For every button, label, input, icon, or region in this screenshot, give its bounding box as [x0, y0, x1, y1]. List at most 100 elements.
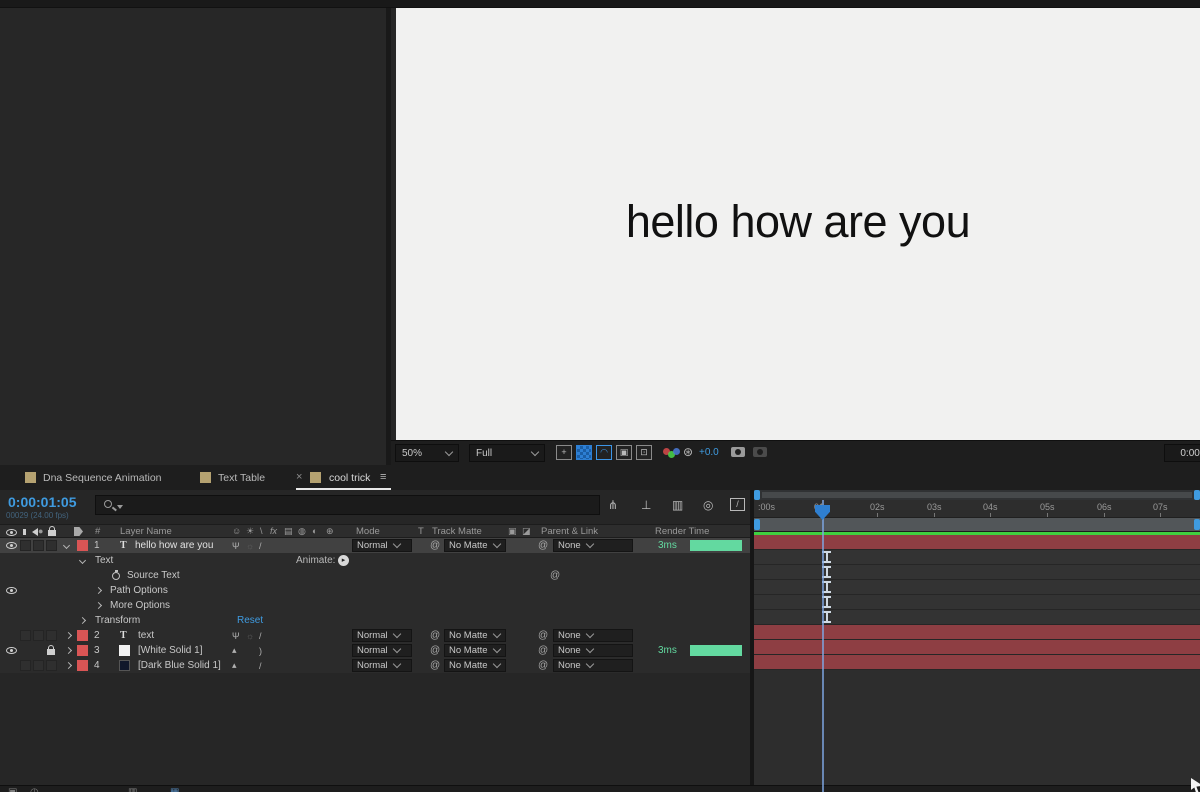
effects-column-icon[interactable]: fx: [270, 526, 277, 536]
grid-guides-icon[interactable]: +: [556, 445, 572, 460]
track-matte-column-header[interactable]: Track Matte: [432, 526, 482, 537]
group-label[interactable]: Transform: [95, 613, 140, 628]
layer-name[interactable]: [White Solid 1]: [138, 643, 202, 658]
close-icon[interactable]: ×: [296, 471, 302, 483]
layer-row-2[interactable]: 2 T text Ψ ☼ / Normal @ No Matte @ None: [0, 628, 750, 643]
quality-switch-icon[interactable]: /: [259, 538, 262, 553]
parent-pickwhip-icon[interactable]: @: [538, 643, 548, 658]
blend-mode-dropdown[interactable]: Normal: [352, 629, 412, 642]
video-eye-icon[interactable]: [6, 643, 17, 658]
collapse-switch-icon[interactable]: ☼: [246, 628, 254, 643]
motion-blur-column-icon[interactable]: ◍: [298, 526, 306, 537]
layer-row-3[interactable]: 3 [White Solid 1] ▴ ) Normal @ No Matte …: [0, 643, 750, 658]
magnification-dropdown[interactable]: 50%: [395, 444, 459, 462]
solo-column-icon[interactable]: ●: [38, 526, 43, 536]
resolution-dropdown[interactable]: Full: [469, 444, 545, 462]
quality-column-icon[interactable]: \: [260, 526, 263, 536]
label-color-swatch[interactable]: [77, 538, 88, 553]
anchor-switch-icon[interactable]: Ψ: [232, 538, 240, 553]
number-column-header[interactable]: #: [95, 526, 100, 537]
more-options-row[interactable]: More Options: [0, 598, 750, 613]
label-color-swatch[interactable]: [77, 658, 88, 673]
path-options-row[interactable]: Path Options: [0, 583, 750, 598]
expand-chevron-icon[interactable]: [96, 583, 101, 598]
label-color-swatch[interactable]: [77, 628, 88, 643]
frame-blend-column-icon[interactable]: ▤: [284, 526, 293, 537]
work-area-start-handle[interactable]: [754, 519, 760, 530]
motion-blur-icon[interactable]: ◎: [703, 498, 713, 512]
preserve-transparency-header[interactable]: T: [418, 526, 424, 537]
tab-text-table[interactable]: Text Table: [218, 472, 265, 484]
track-matte-dropdown[interactable]: No Matte: [444, 629, 506, 642]
take-snapshot-icon[interactable]: [731, 447, 745, 457]
layer-name-column-header[interactable]: Layer Name: [120, 526, 172, 537]
parent-pickwhip-icon[interactable]: @: [538, 658, 548, 673]
exposure-icon[interactable]: ⊛: [683, 445, 693, 459]
property-pickwhip-icon[interactable]: @: [550, 568, 560, 583]
threed-column-icon[interactable]: ⊕: [326, 526, 334, 537]
layer-1-duration-bar[interactable]: [754, 535, 1200, 550]
parent-pickwhip-icon[interactable]: @: [538, 538, 548, 553]
region-of-interest-icon[interactable]: ▣: [616, 445, 632, 460]
parent-dropdown[interactable]: None: [553, 644, 633, 657]
expand-chevron-icon[interactable]: [96, 598, 101, 613]
mode-column-header[interactable]: Mode: [356, 526, 380, 537]
audio-column-icon[interactable]: [23, 528, 38, 538]
matte-pickwhip-icon[interactable]: @: [430, 628, 440, 643]
matte-invert-icon[interactable]: ◪: [522, 526, 531, 537]
tab-cool-trick[interactable]: cool trick: [329, 472, 370, 484]
layer-name[interactable]: hello how are you: [135, 538, 213, 553]
expand-chevron-icon[interactable]: [80, 613, 85, 628]
blend-mode-dropdown[interactable]: Normal: [352, 539, 412, 552]
quality-switch-icon[interactable]: ): [259, 643, 262, 658]
layer-row-4[interactable]: 4 [Dark Blue Solid 1] ▴ / Normal @ No Ma…: [0, 658, 750, 673]
expand-chevron-icon[interactable]: [66, 643, 71, 658]
anchor-switch-icon[interactable]: Ψ: [232, 628, 240, 643]
matte-pickwhip-icon[interactable]: @: [430, 658, 440, 673]
parent-dropdown[interactable]: None: [553, 659, 633, 672]
time-navigator[interactable]: [754, 490, 1200, 500]
collapse-column-icon[interactable]: ☀: [246, 526, 254, 537]
show-snapshot-icon[interactable]: [753, 447, 767, 457]
navigator-start-handle[interactable]: [754, 490, 760, 500]
search-input[interactable]: [95, 495, 600, 515]
frame-blending-icon[interactable]: ▥: [672, 498, 683, 512]
source-text-row[interactable]: Source Text @: [0, 568, 750, 583]
group-label[interactable]: Path Options: [110, 583, 168, 598]
parent-dropdown[interactable]: None: [553, 629, 633, 642]
panel-menu-icon[interactable]: ≡: [380, 471, 386, 483]
transparency-grid-icon[interactable]: [576, 445, 592, 460]
tab-dna-sequence-animation[interactable]: Dna Sequence Animation: [43, 472, 162, 484]
stopwatch-icon[interactable]: [112, 568, 120, 583]
transform-row[interactable]: Transform Reset: [0, 613, 750, 628]
playhead-line[interactable]: [822, 500, 824, 792]
collapse-switch-icon[interactable]: ▴: [232, 658, 237, 673]
layer-row-1[interactable]: 1 T hello how are you Ψ ☼ / Normal @ No …: [0, 538, 750, 553]
work-area-bar[interactable]: [754, 518, 1200, 531]
layer-name[interactable]: [Dark Blue Solid 1]: [138, 658, 221, 673]
modes-icon[interactable]: ▦: [170, 787, 179, 792]
lock-column-icon[interactable]: [48, 527, 56, 538]
layer-2-duration-bar[interactable]: [754, 625, 1200, 640]
blend-mode-dropdown[interactable]: Normal: [352, 659, 412, 672]
reset-link[interactable]: Reset: [237, 613, 263, 628]
expand-icon[interactable]: ▣: [8, 787, 17, 792]
animate-menu-icon[interactable]: ▸: [338, 553, 349, 568]
collapse-switch-icon[interactable]: ☼: [246, 538, 254, 553]
draft-3d-icon[interactable]: ⊥: [641, 498, 651, 512]
timeline-track-area[interactable]: :00s 01s 02s 03s 04s 05s 06s 07s: [750, 490, 1200, 792]
viewer-timecode[interactable]: 0:00:01:05: [1164, 444, 1200, 462]
lock-icon[interactable]: [47, 643, 55, 658]
matte-toggle-icon[interactable]: ▣: [508, 526, 517, 537]
clock-icon[interactable]: ◷: [30, 787, 39, 792]
composition-viewport[interactable]: hello how are you: [396, 8, 1200, 440]
comp-text-layer[interactable]: hello how are you: [396, 196, 1200, 248]
matte-pickwhip-icon[interactable]: @: [430, 538, 440, 553]
eye-icon[interactable]: [6, 583, 17, 598]
parent-link-column-header[interactable]: Parent & Link: [541, 526, 598, 537]
collapse-chevron-icon[interactable]: [80, 553, 85, 568]
composition-mini-flowchart-icon[interactable]: ⋔: [608, 498, 618, 512]
group-label[interactable]: Text: [95, 553, 113, 568]
text-group-row[interactable]: Text Animate: ▸: [0, 553, 750, 568]
render-time-column-header[interactable]: Render Time: [655, 526, 709, 537]
